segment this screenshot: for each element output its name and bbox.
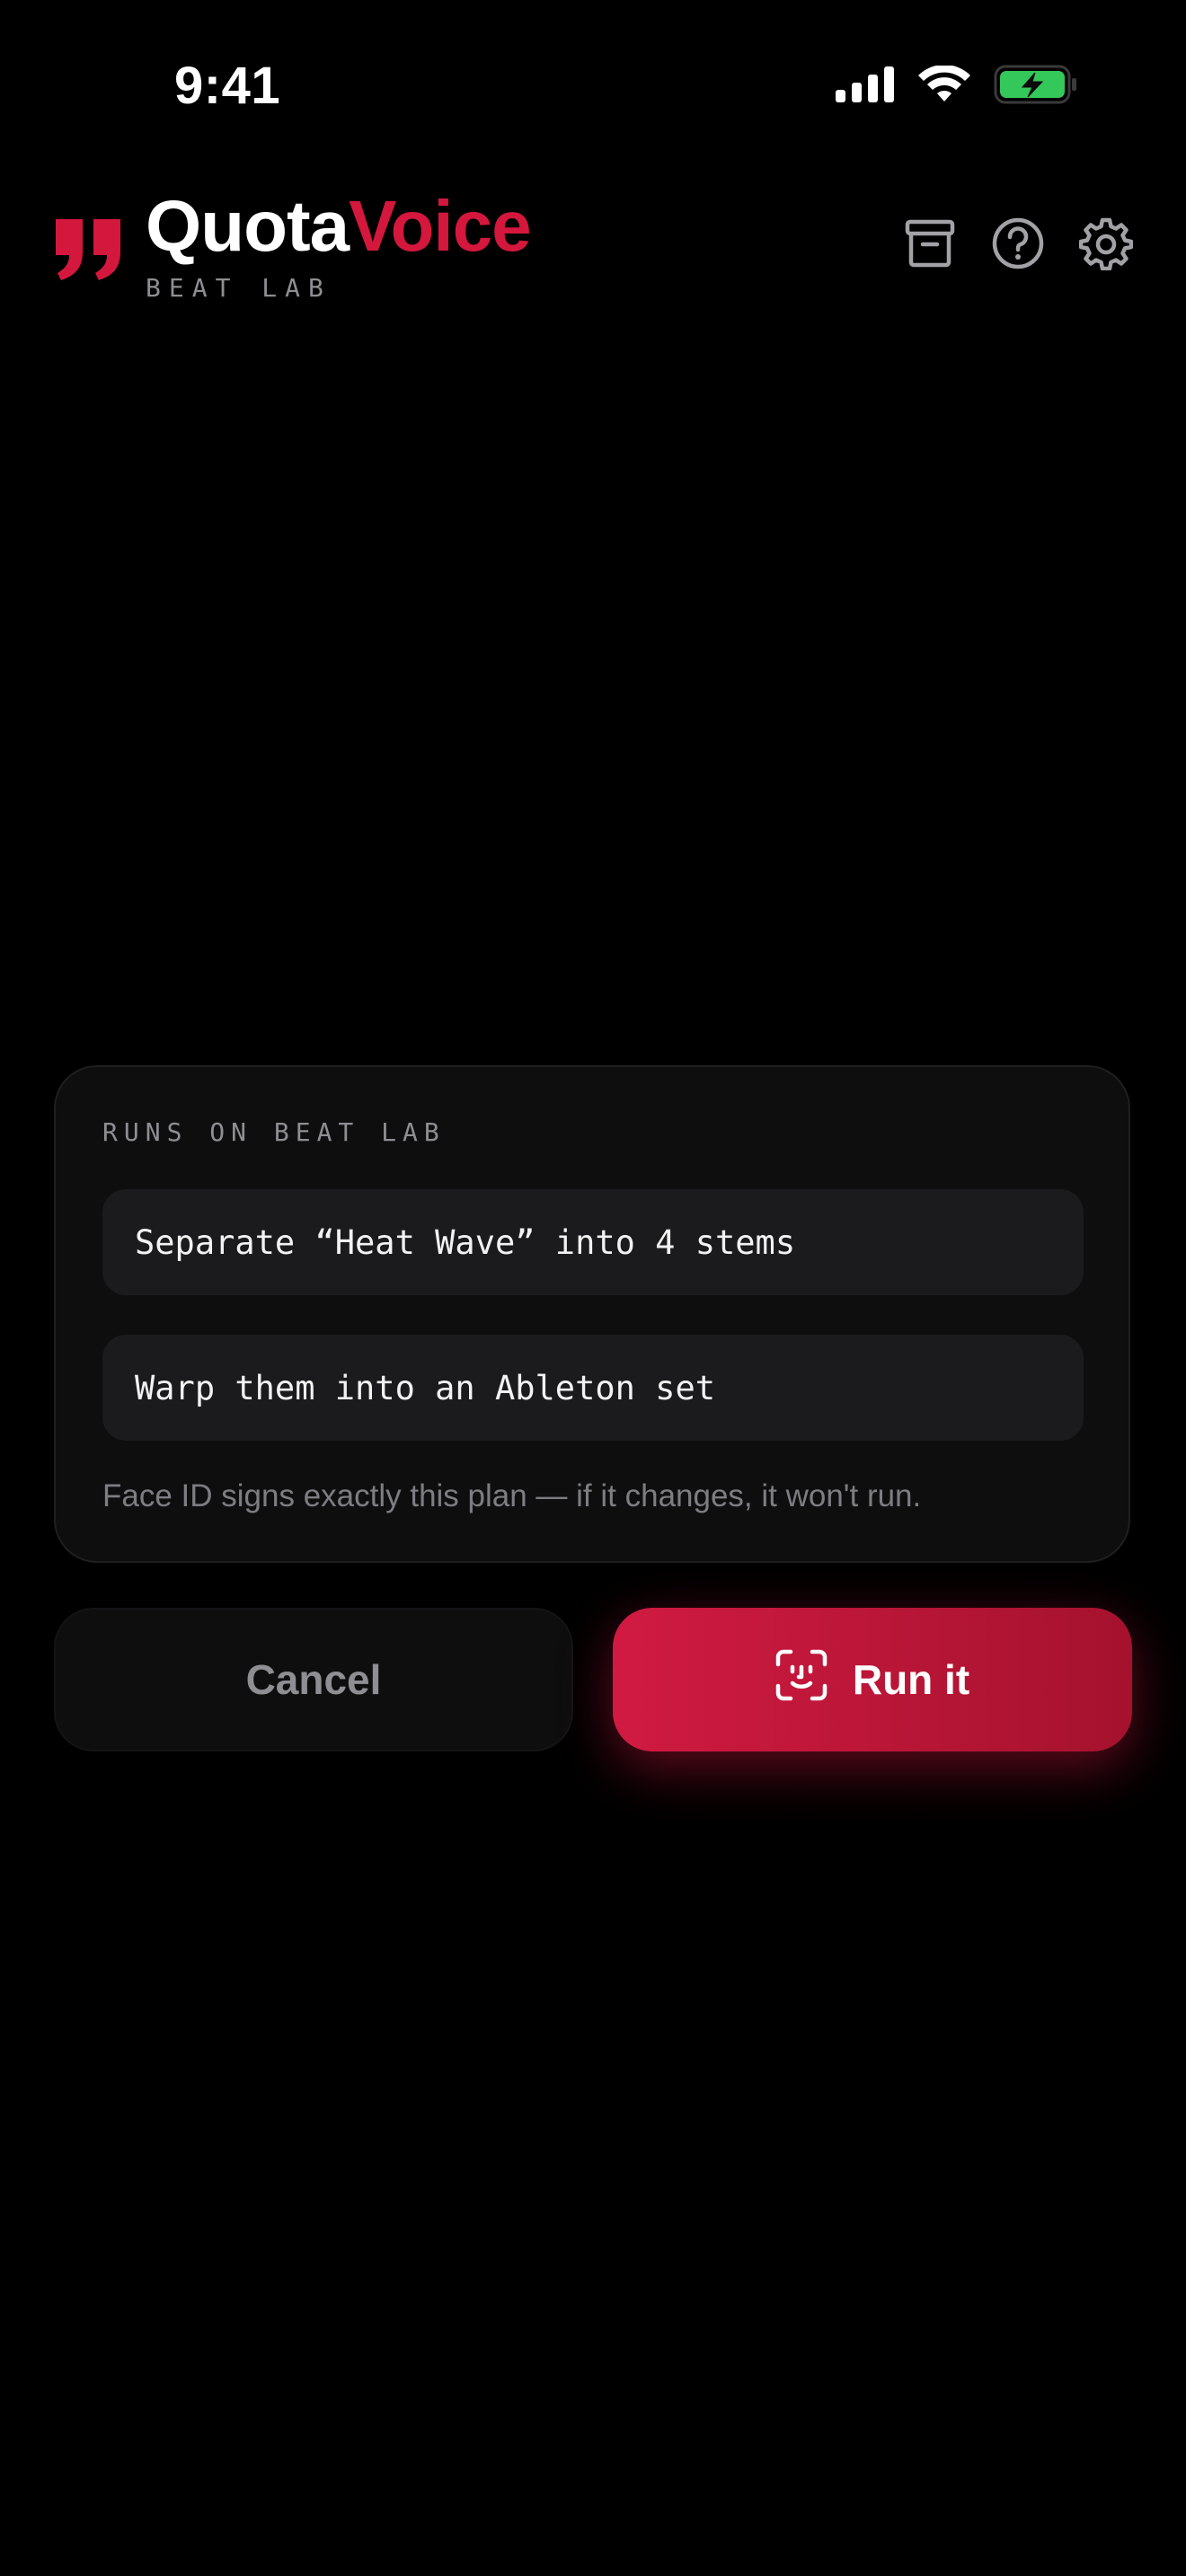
archive-button[interactable] [904,219,956,271]
help-icon [992,217,1044,274]
status-icons [836,64,1078,109]
app-header: QuotaVoice BEAT LAB [0,180,1186,323]
header-actions [904,217,1134,274]
settings-button[interactable] [1078,217,1134,271]
plan-step: Separate “Heat Wave” into 4 stems [102,1189,1084,1295]
plan-card: RUNS ON BEAT LAB Separate “Heat Wave” in… [54,1065,1130,1563]
run-it-button-label: Run it [852,1656,970,1703]
cancel-button[interactable]: Cancel [54,1608,573,1751]
face-id-icon [775,1649,828,1711]
battery-charging-icon [994,65,1078,109]
run-it-button[interactable]: Run it [613,1608,1132,1751]
app-title-voice: Voice [349,186,531,266]
app-title: QuotaVoice [146,185,532,268]
help-button[interactable] [992,217,1044,274]
status-time: 9:41 [174,57,281,115]
wifi-icon [918,64,970,108]
cancel-button-label: Cancel [245,1656,382,1703]
plan-note: Face ID signs exactly this plan — if it … [102,1478,922,1513]
app-subtitle: BEAT LAB [146,273,332,303]
plan-step: Warp them into an Ableton set [102,1335,1084,1441]
status-bar: 9:41 [0,0,1186,171]
plan-label: RUNS ON BEAT LAB [102,1117,446,1147]
quote-mark-icon [52,216,124,287]
archive-icon [905,219,955,272]
app-title-quota: Quota [146,186,350,266]
settings-gear-icon [1078,216,1134,275]
cellular-signal-icon [836,66,895,107]
